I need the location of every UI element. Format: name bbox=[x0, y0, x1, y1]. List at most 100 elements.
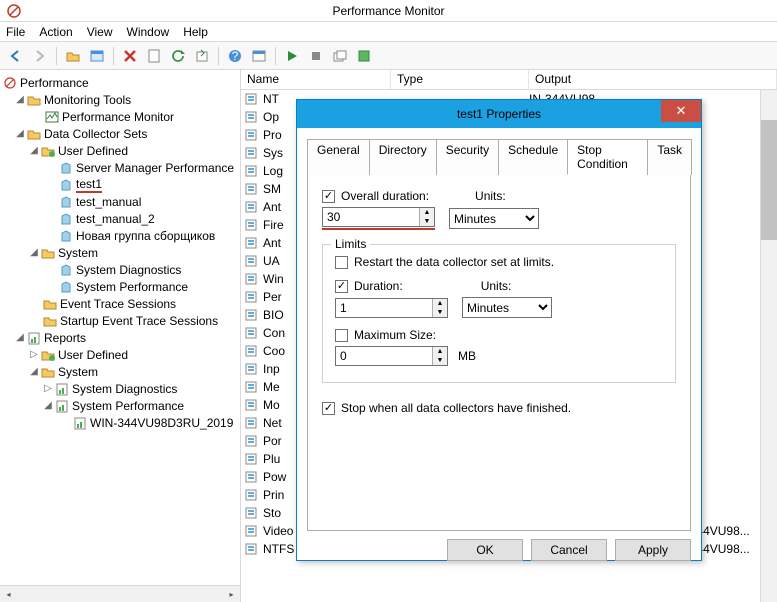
tree-test-manual[interactable]: test_manual bbox=[76, 195, 141, 209]
tab-directory[interactable]: Directory bbox=[369, 139, 437, 175]
tree-sys-diag[interactable]: System Diagnostics bbox=[76, 263, 181, 277]
tree-r-sysdiag[interactable]: System Diagnostics bbox=[72, 382, 177, 396]
menu-window[interactable]: Window bbox=[127, 25, 170, 39]
duration-units-select[interactable]: Minutes bbox=[462, 297, 552, 318]
expand-icon[interactable]: ▷ bbox=[28, 349, 40, 360]
tree-novaya[interactable]: Новая группа сборщиков bbox=[76, 229, 215, 243]
tree-r-sysperf[interactable]: System Performance bbox=[72, 399, 184, 413]
tree-dcs[interactable]: Data Collector Sets bbox=[44, 127, 147, 141]
cancel-button[interactable]: Cancel bbox=[531, 539, 607, 561]
overall-duration-input[interactable] bbox=[323, 208, 419, 226]
nav-tree[interactable]: Performance ◢ Monitoring Tools Performanc… bbox=[0, 70, 241, 602]
forward-button[interactable] bbox=[30, 46, 50, 66]
spin-down-icon[interactable]: ▼ bbox=[433, 308, 447, 317]
overall-duration-spin[interactable]: ▲▼ bbox=[322, 207, 435, 227]
col-output[interactable]: Output bbox=[529, 70, 777, 89]
collector-icon bbox=[58, 262, 74, 278]
expand-icon[interactable]: ▷ bbox=[42, 383, 54, 394]
dialog-titlebar[interactable]: test1 Properties ✕ bbox=[297, 100, 701, 128]
save-green-icon[interactable] bbox=[354, 46, 374, 66]
stop-icon[interactable] bbox=[306, 46, 326, 66]
doc-icon[interactable] bbox=[144, 46, 164, 66]
col-name[interactable]: Name bbox=[241, 70, 391, 89]
apply-button[interactable]: Apply bbox=[615, 539, 691, 561]
back-button[interactable] bbox=[6, 46, 26, 66]
list-scrollbar-v[interactable] bbox=[760, 90, 777, 602]
duration-checkbox[interactable] bbox=[335, 280, 348, 293]
tab-task[interactable]: Task bbox=[647, 139, 692, 175]
spin-up-icon[interactable]: ▲ bbox=[433, 347, 447, 356]
collapse-icon[interactable]: ◢ bbox=[14, 94, 26, 105]
overall-units-select[interactable]: Minutes bbox=[449, 208, 539, 229]
tabpage-stop-condition: Overall duration: Units: ▲▼ Minutes Limi… bbox=[307, 175, 691, 531]
play-icon[interactable] bbox=[282, 46, 302, 66]
units-label2: Units: bbox=[481, 279, 512, 293]
new-window-icon[interactable] bbox=[330, 46, 350, 66]
tab-general[interactable]: General bbox=[307, 139, 370, 175]
menu-help[interactable]: Help bbox=[183, 25, 208, 39]
maxsize-spin[interactable]: ▲▼ bbox=[335, 346, 448, 366]
tree-perfmon[interactable]: Performance Monitor bbox=[62, 110, 174, 124]
menu-action[interactable]: Action bbox=[39, 25, 72, 39]
tree-sys-perf[interactable]: System Performance bbox=[76, 280, 188, 294]
col-type[interactable]: Type bbox=[391, 70, 529, 89]
collapse-icon[interactable]: ◢ bbox=[14, 332, 26, 343]
item-icon bbox=[243, 271, 259, 287]
tab-security[interactable]: Security bbox=[436, 139, 499, 175]
collapse-icon[interactable]: ◢ bbox=[28, 145, 40, 156]
help-icon[interactable]: ? bbox=[225, 46, 245, 66]
tree-system[interactable]: System bbox=[58, 246, 98, 260]
spin-down-icon[interactable]: ▼ bbox=[420, 217, 434, 226]
collapse-icon[interactable]: ◢ bbox=[28, 366, 40, 377]
collapse-icon[interactable]: ◢ bbox=[28, 247, 40, 258]
tree-test1[interactable]: test1 bbox=[76, 177, 102, 193]
folder-icon bbox=[42, 296, 58, 312]
item-icon bbox=[243, 91, 259, 107]
tree-monitoring-tools[interactable]: Monitoring Tools bbox=[44, 93, 131, 107]
tree-startup-trace[interactable]: Startup Event Trace Sessions bbox=[60, 314, 218, 328]
open-folder-icon[interactable] bbox=[63, 46, 83, 66]
tree-reports[interactable]: Reports bbox=[44, 331, 86, 345]
list-header[interactable]: Name Type Output bbox=[241, 70, 777, 90]
limits-legend: Limits bbox=[331, 237, 370, 251]
collapse-icon[interactable]: ◢ bbox=[42, 400, 54, 411]
duration-spin[interactable]: ▲▼ bbox=[335, 298, 448, 318]
tree-event-trace[interactable]: Event Trace Sessions bbox=[60, 297, 176, 311]
tree-test-manual2[interactable]: test_manual_2 bbox=[76, 212, 155, 226]
menu-file[interactable]: File bbox=[6, 25, 25, 39]
tree-root[interactable]: Performance bbox=[20, 76, 89, 90]
restart-checkbox[interactable] bbox=[335, 256, 348, 269]
collapse-icon[interactable]: ◢ bbox=[14, 128, 26, 139]
panel-icon[interactable] bbox=[87, 46, 107, 66]
limits-group: Limits Restart the data collector set at… bbox=[322, 244, 676, 383]
tree-server-manager[interactable]: Server Manager Performance bbox=[76, 161, 234, 175]
export-icon[interactable] bbox=[192, 46, 212, 66]
item-icon bbox=[243, 415, 259, 431]
item-icon bbox=[243, 523, 259, 539]
tree-scrollbar-h[interactable]: ◂▸ bbox=[0, 585, 240, 602]
stop-all-checkbox[interactable] bbox=[322, 402, 335, 415]
delete-icon[interactable] bbox=[120, 46, 140, 66]
app-icon bbox=[2, 75, 18, 91]
properties-dialog: test1 Properties ✕ General Directory Sec… bbox=[296, 99, 702, 561]
ok-button[interactable]: OK bbox=[447, 539, 523, 561]
duration-input[interactable] bbox=[336, 299, 432, 317]
tree-user-defined[interactable]: User Defined bbox=[58, 144, 128, 158]
tab-stop-condition[interactable]: Stop Condition bbox=[567, 139, 648, 175]
overall-duration-checkbox[interactable] bbox=[322, 190, 335, 203]
refresh-icon[interactable] bbox=[168, 46, 188, 66]
tree-r-system[interactable]: System bbox=[58, 365, 98, 379]
tree-r-leaf[interactable]: WIN-344VU98D3RU_2019 bbox=[90, 416, 233, 430]
menu-view[interactable]: View bbox=[87, 25, 113, 39]
spin-up-icon[interactable]: ▲ bbox=[420, 208, 434, 217]
spin-down-icon[interactable]: ▼ bbox=[433, 356, 447, 365]
window-icon[interactable] bbox=[249, 46, 269, 66]
tab-schedule[interactable]: Schedule bbox=[498, 139, 568, 175]
tree-r-userdef[interactable]: User Defined bbox=[58, 348, 128, 362]
item-icon bbox=[243, 289, 259, 305]
close-button[interactable]: ✕ bbox=[661, 100, 701, 122]
collector-icon bbox=[58, 279, 74, 295]
maxsize-input[interactable] bbox=[336, 347, 432, 365]
spin-up-icon[interactable]: ▲ bbox=[433, 299, 447, 308]
maxsize-checkbox[interactable] bbox=[335, 329, 348, 342]
